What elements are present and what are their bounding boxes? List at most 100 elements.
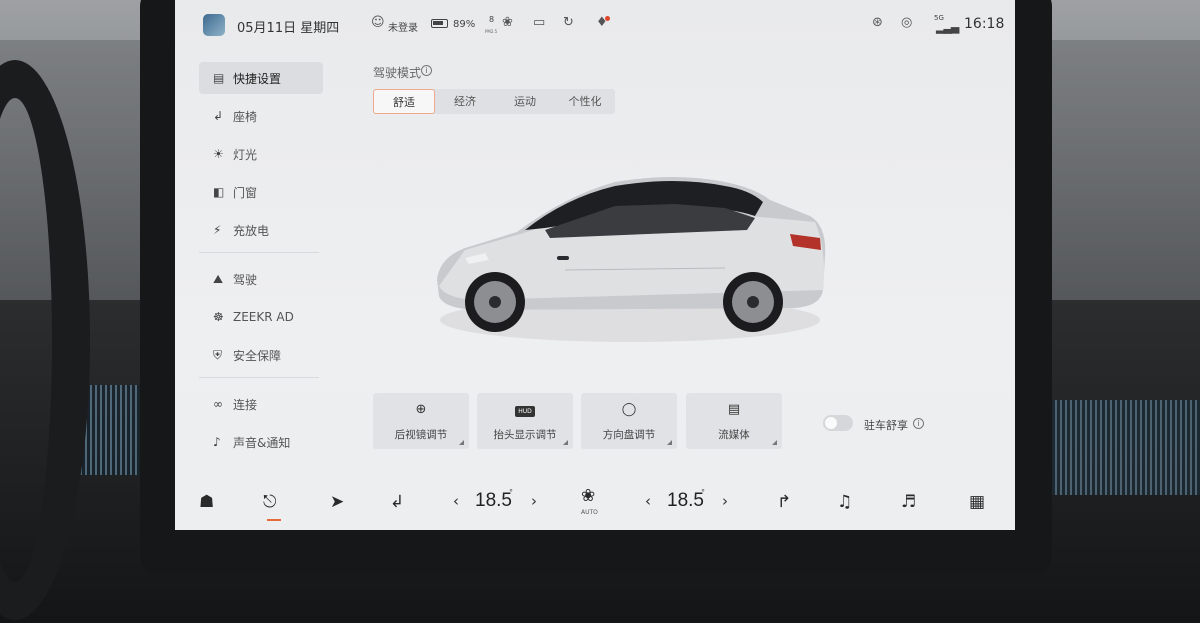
hud-adjust-label: 抬头显示调节 bbox=[493, 429, 557, 441]
info-icon[interactable]: i bbox=[421, 65, 432, 76]
hud-badge: HUD bbox=[515, 406, 535, 417]
streaming-media-label: 流媒体 bbox=[718, 429, 750, 441]
sidebar-item-sound-notifications[interactable]: ♪ 声音&通知 bbox=[199, 426, 323, 458]
left-temp-increase[interactable]: › bbox=[531, 492, 537, 510]
sidebar-item-label: 连接 bbox=[233, 397, 258, 412]
passenger-seat-icon[interactable]: ↱ bbox=[777, 492, 791, 512]
speaker-icon: ♪ bbox=[213, 435, 221, 449]
sidebar-item-label: 声音&通知 bbox=[233, 435, 291, 450]
sidebar-item-safety[interactable]: ⛨ 安全保障 bbox=[199, 339, 323, 371]
leaf-icon[interactable]: ❀ bbox=[502, 15, 513, 30]
active-indicator bbox=[267, 519, 281, 521]
corner-indicator bbox=[459, 440, 464, 445]
sidebar-divider bbox=[199, 377, 319, 378]
fan-auto-label: AUTO bbox=[581, 509, 598, 516]
steering-adjust-label: 方向盘调节 bbox=[602, 429, 656, 441]
car-icon: ⛰ bbox=[213, 271, 224, 286]
parking-comfort-label: 驻车舒享 bbox=[864, 419, 908, 432]
user-icon[interactable]: ☺ bbox=[371, 15, 385, 30]
pm-value: 8 bbox=[489, 15, 495, 24]
hud-adjust-button[interactable]: HUD 抬头显示调节 bbox=[477, 393, 573, 449]
mirror-icon: ⊕ bbox=[415, 402, 427, 417]
pm-unit: PM2.5 bbox=[485, 29, 498, 34]
bluetooth-icon: ⊛ bbox=[872, 15, 883, 30]
link-icon: ∞ bbox=[213, 397, 223, 411]
tab-custom[interactable]: 个性化 bbox=[555, 89, 615, 114]
battery-icon bbox=[431, 19, 448, 28]
app-avatar-icon[interactable] bbox=[203, 14, 225, 36]
hud-icon: HUD bbox=[477, 402, 573, 417]
sidebar-item-label: 安全保障 bbox=[233, 348, 282, 363]
sidebar-item-seat[interactable]: ↲ 座椅 bbox=[199, 100, 323, 132]
drive-mode-tabs: 舒适 经济 运动 个性化 bbox=[373, 89, 615, 114]
steering-wheel-icon: ☸ bbox=[213, 310, 224, 324]
sidebar-item-lights[interactable]: ☀ 灯光 bbox=[199, 138, 323, 170]
parking-comfort-toggle[interactable] bbox=[823, 415, 853, 431]
right-temperature: 18.5 bbox=[667, 490, 704, 511]
right-temp-increase[interactable]: › bbox=[722, 492, 728, 510]
user-status[interactable]: 未登录 bbox=[388, 19, 418, 34]
corner-indicator bbox=[563, 440, 568, 445]
left-temp-decrease[interactable]: ‹ bbox=[453, 492, 459, 510]
toggle-icon: ▤ bbox=[213, 71, 225, 85]
bottom-dock: ☗ ⎋ ➤ ↲ ‹ 18.5 ° › ❀ AUTO ‹ 18.5 ° › ↱ ♫… bbox=[175, 478, 1015, 530]
apps-grid-icon[interactable]: ▦ bbox=[969, 492, 985, 512]
degree-symbol: ° bbox=[509, 488, 513, 497]
sidebar-item-label: 门窗 bbox=[233, 185, 258, 200]
steering-adjust-button[interactable]: ◯ 方向盘调节 bbox=[581, 393, 677, 449]
car-icon[interactable]: ⎋ bbox=[263, 492, 276, 512]
door-icon: ◧ bbox=[213, 185, 225, 199]
battery-level: 89% bbox=[453, 19, 476, 30]
corner-indicator bbox=[667, 440, 672, 445]
tab-sport[interactable]: 运动 bbox=[495, 89, 555, 114]
mirror-adjust-label: 后视镜调节 bbox=[394, 429, 448, 441]
volume-icon[interactable]: ♬ bbox=[901, 492, 916, 512]
hotspot-icon: ◎ bbox=[901, 15, 913, 30]
sidebar-item-label: 驾驶 bbox=[233, 272, 258, 287]
status-bar: 05月11日 星期四 ☺ 未登录 89% 8 PM2.5 ❀ ▭ ↻ ♦ ⊛ ◎… bbox=[175, 0, 1015, 48]
fan-icon[interactable]: ❀ bbox=[581, 486, 595, 506]
status-date: 05月11日 星期四 bbox=[237, 21, 340, 36]
stream-icon: ▤ bbox=[727, 402, 741, 417]
home-icon[interactable]: ☗ bbox=[199, 492, 214, 512]
sidebar-item-label: 灯光 bbox=[233, 147, 258, 162]
sidebar-item-label: ZEEKR AD bbox=[233, 310, 294, 324]
seat-icon: ↲ bbox=[213, 109, 224, 123]
vehicle-3d-model[interactable] bbox=[425, 160, 845, 360]
signal-icon: ▂▃▄ bbox=[936, 21, 959, 34]
sidebar-item-label: 充放电 bbox=[233, 223, 270, 238]
notification-dot bbox=[605, 16, 610, 21]
sidebar-divider bbox=[199, 252, 319, 253]
mirror-adjust-button[interactable]: ⊕ 后视镜调节 bbox=[373, 393, 469, 449]
left-temperature: 18.5 bbox=[475, 490, 512, 511]
sidebar-item-driving[interactable]: ⛰ 驾驶 bbox=[199, 263, 323, 295]
right-air-vent bbox=[1050, 400, 1200, 495]
infotainment-screen: 05月11日 星期四 ☺ 未登录 89% 8 PM2.5 ❀ ▭ ↻ ♦ ⊛ ◎… bbox=[175, 0, 1015, 530]
clock: 16:18 bbox=[964, 16, 1005, 32]
shield-icon: ⛨ bbox=[213, 347, 223, 362]
sidebar-item-label: 座椅 bbox=[233, 109, 258, 124]
degree-symbol: ° bbox=[701, 488, 705, 497]
sidebar-item-charging[interactable]: ⚡ 充放电 bbox=[199, 214, 323, 246]
sidebar-item-doors-windows[interactable]: ◧ 门窗 bbox=[199, 176, 323, 208]
sidebar-item-zeekr-ad[interactable]: ☸ ZEEKR AD bbox=[199, 301, 323, 333]
driver-seat-icon[interactable]: ↲ bbox=[390, 492, 404, 512]
sidebar-item-quick-settings[interactable]: ▤ 快捷设置 bbox=[199, 62, 323, 94]
corner-indicator bbox=[772, 440, 777, 445]
tab-comfort[interactable]: 舒适 bbox=[373, 89, 435, 114]
steering-wheel-icon: ◯ bbox=[621, 402, 637, 417]
navigation-icon[interactable]: ➤ bbox=[330, 492, 344, 512]
sidebar-item-label: 快捷设置 bbox=[233, 71, 282, 86]
settings-sidebar: ▤ 快捷设置 ↲ 座椅 ☀ 灯光 ◧ 门窗 ⚡ 充放电 ⛰ 驾驶 ☸ ZEEKR… bbox=[199, 62, 323, 464]
screen-mode-icon[interactable]: ▭ bbox=[533, 15, 545, 30]
streaming-media-button[interactable]: ▤ 流媒体 bbox=[686, 393, 782, 449]
sidebar-item-connection[interactable]: ∞ 连接 bbox=[199, 388, 323, 420]
refresh-icon[interactable]: ↻ bbox=[563, 15, 574, 30]
right-temp-decrease[interactable]: ‹ bbox=[645, 492, 651, 510]
light-icon: ☀ bbox=[213, 147, 224, 161]
info-icon[interactable]: i bbox=[913, 418, 924, 429]
bolt-icon: ⚡ bbox=[213, 223, 222, 237]
tab-economy[interactable]: 经济 bbox=[435, 89, 495, 114]
music-icon[interactable]: ♫ bbox=[837, 492, 852, 512]
drive-mode-label: 驾驶模式 bbox=[373, 66, 422, 80]
